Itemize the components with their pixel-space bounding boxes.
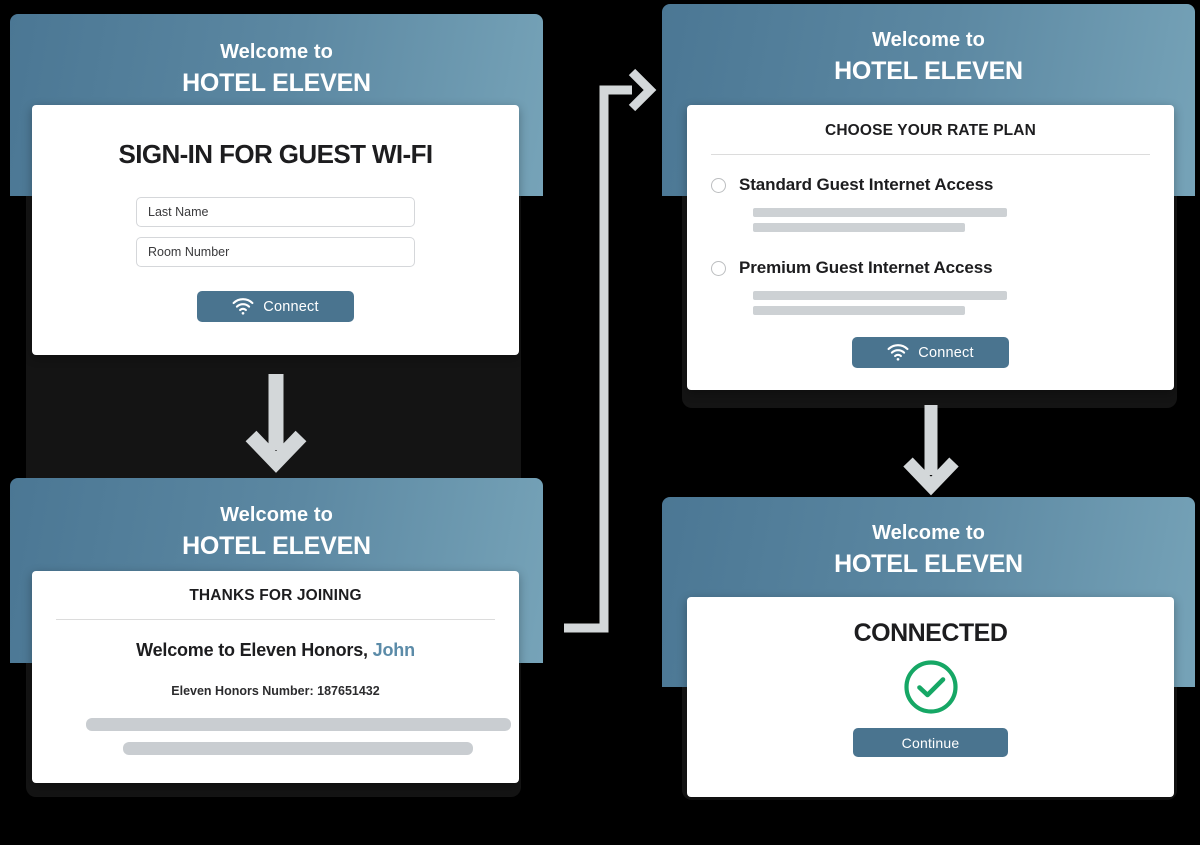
thanks-heading: THANKS FOR JOINING <box>189 587 362 604</box>
wifi-icon <box>232 298 254 315</box>
content-placeholder-line <box>123 742 473 755</box>
connect-button-label: Connect <box>918 344 974 361</box>
wifi-icon <box>887 344 909 361</box>
heading-divider <box>711 154 1150 155</box>
member-name: John <box>372 640 415 660</box>
check-circle-icon <box>903 660 958 714</box>
rate-plan-heading: CHOOSE YOUR RATE PLAN <box>825 122 1036 139</box>
connect-button-rate-plan[interactable]: Connect <box>852 337 1009 368</box>
connect-button-label: Connect <box>263 298 319 315</box>
hotel-name: HOTEL ELEVEN <box>834 550 1023 578</box>
content-placeholder-line <box>86 718 511 731</box>
plan-description-line <box>753 223 965 232</box>
honors-number-line: Eleven Honors Number: 187651432 <box>56 684 495 698</box>
welcome-message: Welcome to Eleven Honors, John <box>56 640 495 661</box>
arrow-rateplan-to-connected <box>903 405 959 496</box>
arrow-signin-to-thanks <box>245 374 307 473</box>
welcome-prefix: Welcome to <box>872 522 985 544</box>
honors-number-value: 187651432 <box>317 684 380 698</box>
last-name-input[interactable] <box>136 197 415 227</box>
radio-standard[interactable] <box>711 177 726 193</box>
hotel-name: HOTEL ELEVEN <box>182 532 371 560</box>
continue-button[interactable]: Continue <box>853 728 1008 757</box>
heading-divider <box>56 619 495 620</box>
welcome-prefix: Welcome to <box>872 29 985 51</box>
welcome-prefix: Welcome to <box>220 41 333 63</box>
sign-in-heading: SIGN-IN FOR GUEST WI-FI <box>118 139 433 169</box>
sign-in-card: SIGN-IN FOR GUEST WI-FI Connect <box>32 105 519 355</box>
thanks-card: THANKS FOR JOINING Welcome to Eleven Hon… <box>32 571 519 783</box>
continue-button-label: Continue <box>901 734 960 751</box>
radio-premium[interactable] <box>711 260 726 276</box>
plan-option-premium[interactable]: Premium Guest Internet Access <box>711 258 1150 278</box>
room-number-input[interactable] <box>136 237 415 267</box>
connect-button-sign-in[interactable]: Connect <box>197 291 354 322</box>
welcome-prefix: Welcome to <box>220 504 333 526</box>
hotel-name: HOTEL ELEVEN <box>834 57 1023 85</box>
flow-diagram-canvas: Welcome to HOTEL ELEVEN SIGN-IN FOR GUES… <box>0 0 1200 845</box>
plan-label-standard: Standard Guest Internet Access <box>739 175 994 194</box>
welcome-message-prefix: Welcome to Eleven Honors, <box>136 640 368 660</box>
plan-label-premium: Premium Guest Internet Access <box>739 258 993 277</box>
plan-description-line <box>753 208 1007 217</box>
honors-number-label: Eleven Honors Number: <box>171 684 314 698</box>
plan-option-standard[interactable]: Standard Guest Internet Access <box>711 175 1150 195</box>
arrow-thanks-to-rateplan <box>564 68 657 633</box>
rate-plan-card: CHOOSE YOUR RATE PLAN Standard Guest Int… <box>687 105 1174 390</box>
connected-card: CONNECTED Continue <box>687 597 1174 797</box>
plan-description-line <box>753 306 965 315</box>
hotel-name: HOTEL ELEVEN <box>182 69 371 97</box>
plan-description-line <box>753 291 1007 300</box>
connected-heading: CONNECTED <box>853 619 1008 647</box>
